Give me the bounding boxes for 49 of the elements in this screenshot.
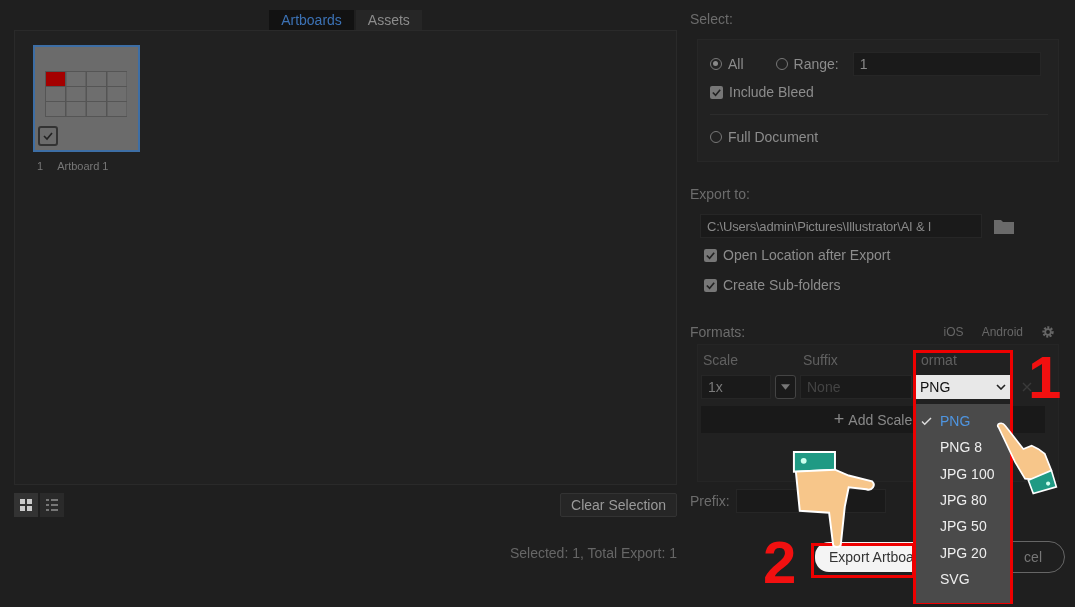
section-label: Select:: [690, 11, 734, 27]
checkbox-label: Create Sub-folders: [723, 277, 841, 293]
artboard-name: Artboard 1: [57, 160, 109, 172]
scale-field[interactable]: 1x: [701, 375, 771, 399]
checkbox-label: Open Location after Export: [723, 247, 891, 263]
menu-item[interactable]: PNG 8: [916, 434, 1010, 461]
step-number: 1: [1028, 348, 1062, 408]
artboard-thumbnail[interactable]: [33, 45, 140, 152]
folder-icon[interactable]: [994, 218, 1014, 234]
preset-link[interactable]: Android: [981, 325, 1023, 339]
clear-selection-button[interactable]: Clear Selection: [560, 493, 677, 517]
check-icon: [42, 130, 54, 142]
radio-label: All: [728, 56, 744, 72]
path-field[interactable]: C:\Users\admin\Pictures\Illustrator\AI & I: [700, 214, 982, 238]
prefix-label: Prefix:: [690, 493, 730, 509]
checkbox-label: Include Bleed: [729, 84, 814, 100]
check-icon: [711, 86, 722, 98]
check-icon: [921, 417, 932, 426]
menu-item[interactable]: JPG 100: [916, 460, 1010, 487]
tab[interactable]: Assets: [355, 10, 422, 30]
caret-icon: [996, 384, 1006, 390]
format-select[interactable]: PNG: [916, 375, 1010, 399]
check-icon: [705, 249, 716, 261]
list-view-icon[interactable]: [40, 493, 64, 517]
preset-link[interactable]: iOS: [943, 325, 964, 339]
settings-icon[interactable]: [1041, 325, 1055, 339]
step-number: 2: [763, 533, 797, 593]
check-icon: [705, 279, 716, 291]
status-text: Selected: 1, Total Export: 1: [509, 545, 677, 561]
checkbox[interactable]: [704, 248, 717, 262]
grid-view-icon[interactable]: [14, 493, 38, 517]
section-label: Formats:: [690, 324, 746, 340]
dropdown-button[interactable]: [775, 375, 796, 399]
section-label: Export to:: [690, 186, 751, 202]
checkbox[interactable]: [710, 85, 723, 99]
menu-item[interactable]: JPG 50: [916, 513, 1010, 540]
menu-item[interactable]: PNG: [916, 408, 1010, 435]
tab[interactable]: Artboards: [269, 10, 354, 30]
radio-label: Full Document: [728, 129, 819, 145]
column-header: Suffix: [803, 352, 839, 368]
checkbox[interactable]: [704, 278, 717, 292]
artboard-number: 1: [37, 160, 44, 172]
column-header: Scale: [702, 352, 740, 368]
column-header: ormat: [920, 352, 957, 368]
menu-item[interactable]: JPG 80: [916, 486, 1010, 514]
range-field[interactable]: 1: [852, 52, 1041, 76]
checkbox[interactable]: [38, 126, 58, 146]
caret-icon: [781, 384, 790, 390]
radio-label: Range:: [793, 56, 839, 72]
